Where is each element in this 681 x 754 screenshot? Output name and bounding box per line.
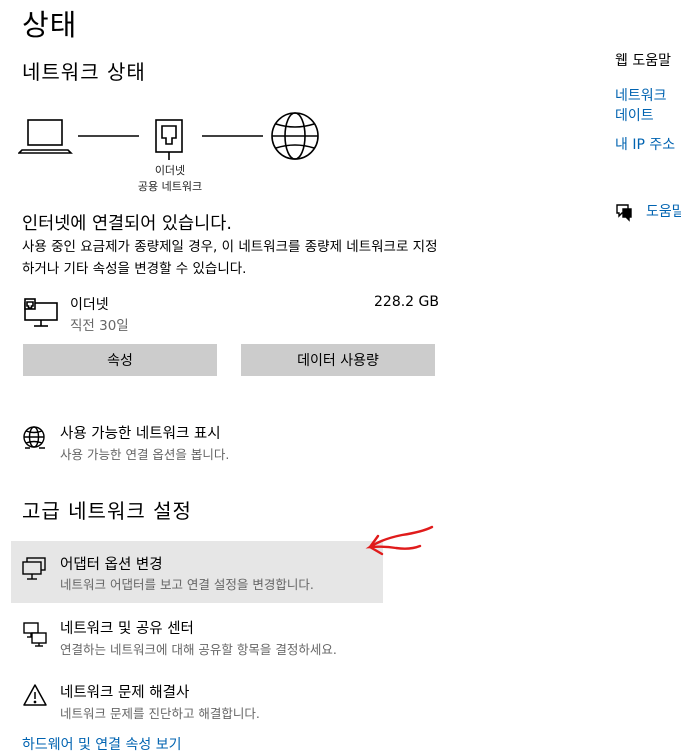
sharing-center-subtitle: 연결하는 네트워크에 대해 공유할 항목을 결정하세요. — [60, 642, 337, 657]
properties-button[interactable]: 속성 — [23, 344, 217, 376]
advanced-settings-heading: 고급 네트워크 설정 — [22, 499, 192, 523]
globe-icon — [271, 112, 319, 160]
sharing-center-title: 네트워크 및 공유 센터 — [60, 621, 194, 637]
adapter-options-title: 어댑터 옵션 변경 — [60, 557, 163, 573]
network-troubleshooter-row[interactable]: 네트워크 문제 해결사 네트워크 문제를 진단하고 해결합니다. — [11, 674, 383, 726]
available-networks-title: 사용 가능한 네트워크 표시 — [60, 426, 221, 442]
ethernet-port-icon — [155, 119, 183, 160]
network-sharing-center-row[interactable]: 네트워크 및 공유 센터 연결하는 네트워크에 대해 공유할 항목을 결정하세요… — [11, 610, 383, 662]
web-help-heading: 웹 도움말 — [615, 53, 671, 69]
connection-data-used: 228.2 GB — [374, 294, 439, 310]
my-ip-address-link[interactable]: 내 IP 주소 — [615, 135, 675, 156]
available-networks-subtitle: 사용 가능한 연결 옵션을 봅니다. — [60, 447, 230, 462]
show-available-networks-row[interactable]: 사용 가능한 네트워크 표시 사용 가능한 연결 옵션을 봅니다. — [11, 416, 383, 466]
connection-period: 직전 30일 — [70, 318, 129, 334]
globe-network-icon — [23, 426, 45, 449]
adapter-options-subtitle: 네트워크 어댑터를 보고 연결 설정을 변경합니다. — [60, 577, 314, 592]
annotation-arrow — [365, 525, 434, 556]
help-chat-icon — [616, 204, 632, 222]
warning-icon — [23, 684, 47, 706]
metered-description: 사용 중인 요금제가 종량제일 경우, 이 네트워크를 종량제 네트워크로 지정… — [22, 239, 438, 277]
ethernet-monitor-icon — [24, 298, 58, 327]
adapter-monitor-icon — [22, 557, 46, 580]
troubleshooter-subtitle: 네트워크 문제를 진단하고 해결합니다. — [60, 706, 260, 721]
data-usage-button[interactable]: 데이터 사용량 — [241, 344, 435, 376]
diagram-connection-type: 이더넷 — [154, 164, 186, 177]
network-update-link[interactable]: 네트워크 — [615, 86, 667, 107]
network-status-heading: 네트워크 상태 — [22, 60, 146, 84]
network-update-link-line2[interactable]: 데이트 — [615, 106, 654, 127]
troubleshooter-title: 네트워크 문제 해결사 — [60, 685, 190, 701]
get-help-link[interactable]: 도움말 — [646, 202, 681, 223]
connection-name: 이더넷 — [70, 297, 109, 313]
hardware-properties-link[interactable]: 하드웨어 및 연결 속성 보기 — [22, 734, 181, 754]
sharing-center-icon — [23, 622, 47, 647]
diagram-network-profile: 공용 네트워크 — [137, 180, 203, 193]
change-adapter-options-row[interactable]: 어댑터 옵션 변경 네트워크 어댑터를 보고 연결 설정을 변경합니다. — [11, 541, 383, 603]
laptop-icon — [18, 119, 73, 154]
connection-status-headline: 인터넷에 연결되어 있습니다. — [22, 214, 232, 234]
page-title: 상태 — [22, 8, 78, 42]
